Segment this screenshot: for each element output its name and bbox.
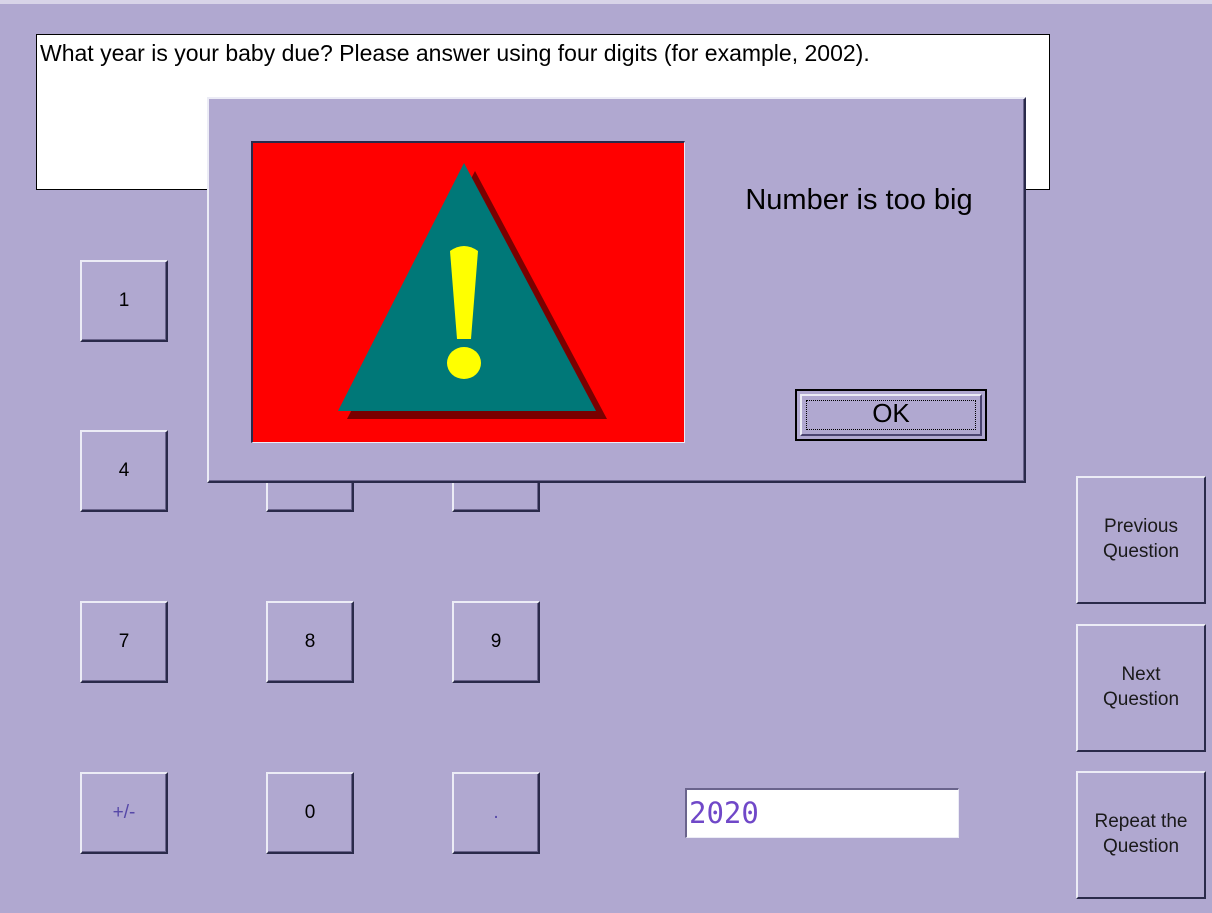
previous-question-button[interactable]: Previous Question xyxy=(1076,476,1206,604)
key-plus-minus[interactable]: +/- xyxy=(80,772,168,854)
next-question-button[interactable]: Next Question xyxy=(1076,624,1206,752)
dialog-message: Number is too big xyxy=(745,184,973,216)
key-4[interactable]: 4 xyxy=(80,430,168,512)
key-0[interactable]: 0 xyxy=(266,772,354,854)
key-7[interactable]: 7 xyxy=(80,601,168,683)
warning-dialog: Number is too big OK xyxy=(207,97,1026,483)
key-9[interactable]: 9 xyxy=(452,601,540,683)
window-top-edge xyxy=(0,0,1212,4)
key-1[interactable]: 1 xyxy=(80,260,168,342)
ok-button[interactable]: OK xyxy=(795,389,987,441)
key-8[interactable]: 8 xyxy=(266,601,354,683)
ok-button-label: OK xyxy=(872,397,910,428)
repeat-question-button[interactable]: Repeat the Question xyxy=(1076,771,1206,899)
warning-triangle-icon xyxy=(251,141,685,443)
answer-field[interactable]: 2020 xyxy=(685,788,959,838)
key-decimal[interactable]: . xyxy=(452,772,540,854)
